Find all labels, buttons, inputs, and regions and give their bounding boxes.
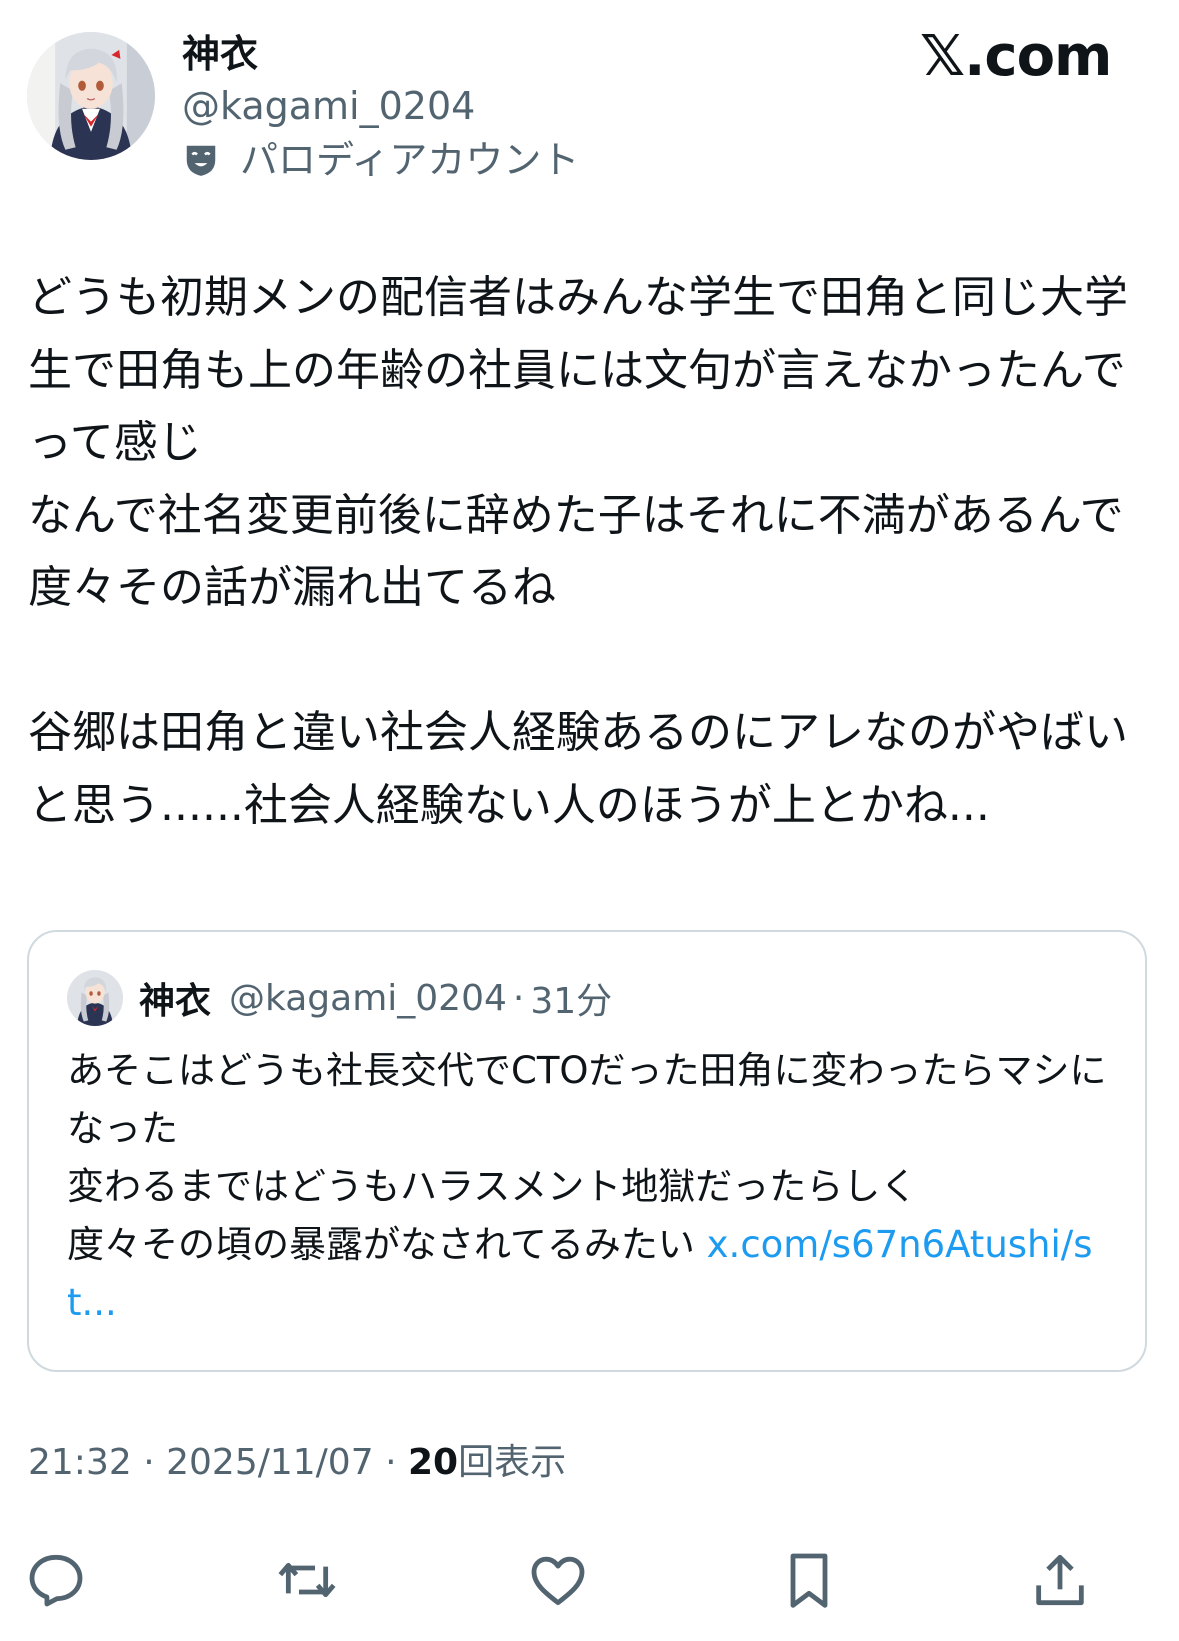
meta-separator: · [385,1442,397,1483]
parody-account-text: パロディアカウント [240,138,580,182]
quoted-author-display-name[interactable]: 神衣 [139,972,211,1024]
anime-avatar-image [67,970,123,1026]
author-avatar[interactable] [27,32,155,160]
share-icon [1036,1554,1084,1606]
bookmark-icon [790,1553,828,1608]
quoted-tweet-card[interactable]: 神衣 @kagami_0204 · 31分 あそこはどうも社長交代でCTOだった… [27,930,1147,1372]
share-button[interactable] [1028,1548,1092,1612]
bookmark-button[interactable] [777,1548,841,1612]
reply-icon [29,1554,83,1607]
views-count: 20 [407,1442,459,1483]
meta-separator: · [143,1442,155,1483]
like-button[interactable] [526,1548,590,1612]
tweet-date[interactable]: 2025/11/07 [166,1442,374,1483]
quoted-tweet-time[interactable]: 31分 [530,972,612,1024]
quoted-author-avatar[interactable] [67,970,123,1026]
heart-icon [531,1556,585,1606]
author-handle[interactable]: @kagami_0204 [182,82,475,130]
quoted-tweet-separator: · [512,977,525,1019]
repost-icon [278,1562,336,1598]
x-brand-logo: 𝕏.com [920,24,1112,89]
theater-mask-icon [186,145,216,176]
reply-button[interactable] [24,1548,88,1612]
quoted-tweet-text: あそこはどうも社長交代でCTOだった田角に変わったらマシになった 変わるまではど… [67,1042,1107,1332]
author-display-name[interactable]: 神衣 [182,30,258,78]
tweet-text: どうも初期メンの配信者はみんな学生で田角と同じ大学生で田角も上の年齢の社員には文… [28,272,1128,831]
action-bar [0,1540,1179,1620]
tweet-time[interactable]: 21:32 [28,1442,132,1483]
views-label: 回表示 [458,1442,567,1483]
quoted-tweet-header: 神衣 @kagami_0204 · 31分 [67,970,612,1026]
anime-avatar-image [27,32,155,160]
quoted-author-handle[interactable]: @kagami_0204 [229,978,507,1019]
tweet-meta: 21:32 · 2025/11/07 · 20回表示 [28,1440,566,1486]
parody-account-label: パロディアカウント [182,136,579,184]
repost-button[interactable] [275,1548,339,1612]
